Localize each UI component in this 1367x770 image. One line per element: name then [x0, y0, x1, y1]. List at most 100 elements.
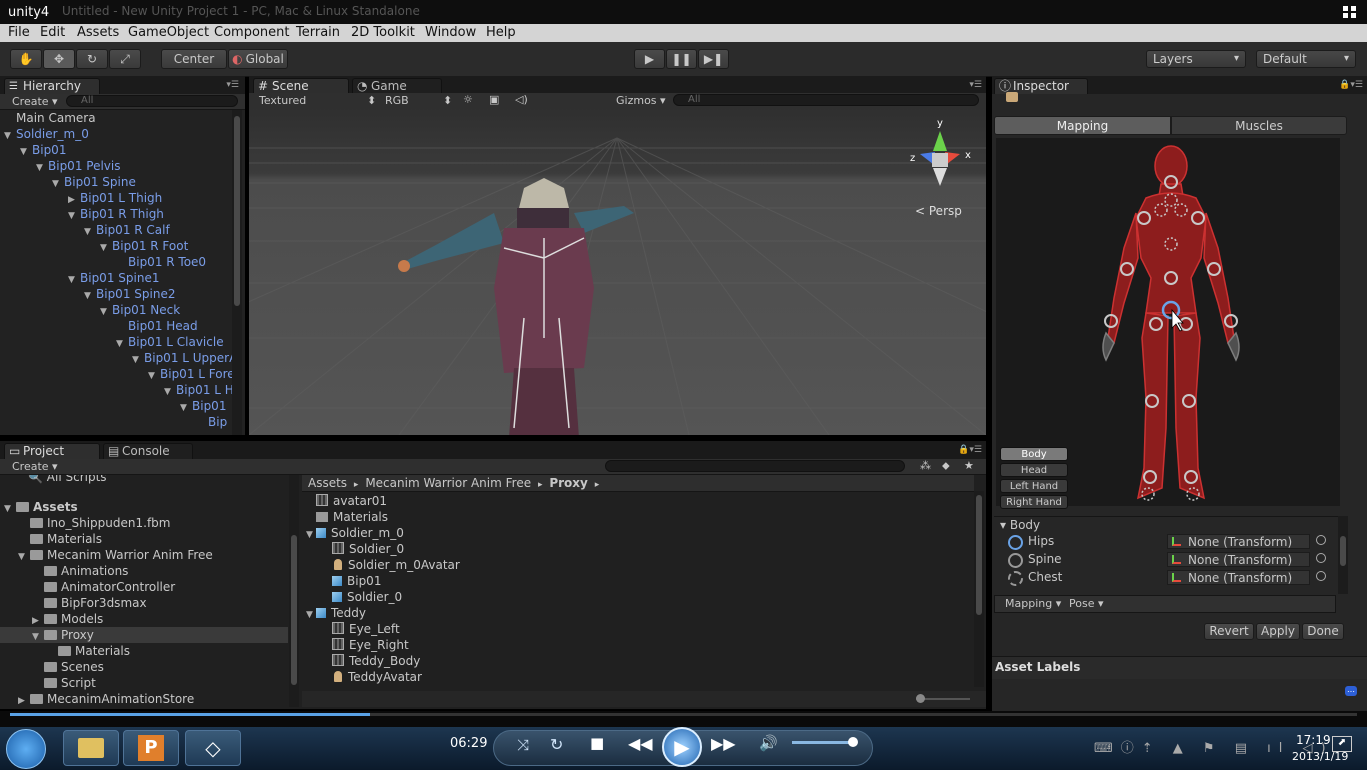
- start-button-icon[interactable]: [6, 729, 46, 769]
- menu-assets[interactable]: Assets: [77, 25, 119, 40]
- project-folder-item[interactable]: ▼ Assets: [0, 499, 288, 515]
- joint-list-thumb[interactable]: [1340, 536, 1346, 566]
- repeat-icon[interactable]: ↻: [550, 735, 563, 754]
- hierarchy-item[interactable]: ▼ Bip01 L Fore: [148, 366, 235, 382]
- project-folder-item[interactable]: Script: [0, 675, 288, 691]
- body-part-button[interactable]: Head: [1000, 463, 1068, 477]
- expand-toggle-icon[interactable]: ▼: [52, 176, 64, 192]
- expand-toggle-icon[interactable]: ▼: [68, 208, 80, 224]
- menu-edit[interactable]: Edit: [40, 25, 65, 40]
- hierarchy-item[interactable]: ▼ Bip01 R Foot: [100, 238, 188, 254]
- hierarchy-item[interactable]: ▼ Bip01 L UpperA: [132, 350, 237, 366]
- hierarchy-item[interactable]: ▼ Bip01 Spine: [52, 174, 136, 190]
- body-part-button[interactable]: Left Hand: [1000, 479, 1068, 493]
- project-folder-item[interactable]: Ino_Shippuden1.fbm: [0, 515, 288, 531]
- menu-file[interactable]: File: [8, 25, 30, 40]
- project-tree-scrollbar[interactable]: [289, 475, 299, 707]
- menu-gameobject[interactable]: GameObject: [128, 25, 209, 40]
- hierarchy-item[interactable]: ▼ Bip01 R Calf: [84, 222, 170, 238]
- stop-icon[interactable]: ■: [590, 734, 604, 752]
- asset-item[interactable]: TeddyAvatar: [322, 669, 422, 685]
- layers-dropdown[interactable]: Layers: [1146, 50, 1246, 68]
- expand-toggle-icon[interactable]: ▼: [84, 288, 96, 304]
- project-search-input[interactable]: [605, 460, 905, 472]
- scene-viewport[interactable]: y x z < Persp: [249, 108, 986, 435]
- audio-icon[interactable]: ◁): [515, 93, 528, 106]
- asset-item[interactable]: avatar01: [306, 493, 387, 509]
- object-picker-icon[interactable]: [1316, 553, 1326, 563]
- render-mode-dropdown[interactable]: RGB ⬍: [385, 94, 452, 107]
- panel-menu-icon[interactable]: ▾☰: [226, 80, 239, 90]
- shading-dropdown[interactable]: Textured ⬍: [259, 94, 376, 107]
- expand-toggle-icon[interactable]: ▼: [306, 527, 316, 543]
- previous-icon[interactable]: ◀◀: [628, 734, 653, 753]
- object-picker-icon[interactable]: [1316, 535, 1326, 545]
- scale-tool-icon[interactable]: ⤢: [109, 49, 141, 69]
- asset-item[interactable]: Bip01: [322, 573, 381, 589]
- filter-type-icon[interactable]: ⁂: [920, 459, 931, 472]
- volume-icon[interactable]: 🔊: [759, 734, 778, 752]
- icon-size-slider[interactable]: [916, 694, 970, 703]
- image-icon[interactable]: ▣: [489, 93, 499, 106]
- asset-item[interactable]: Soldier_0: [322, 589, 402, 605]
- pose-menu[interactable]: Pose ▾: [1069, 597, 1104, 610]
- expand-toggle-icon[interactable]: ▶: [18, 693, 30, 709]
- labels-more-icon[interactable]: …: [1345, 686, 1357, 696]
- hierarchy-item[interactable]: Main Camera: [4, 110, 96, 126]
- pause-button[interactable]: ❚❚: [666, 49, 697, 69]
- volume-thumb[interactable]: [848, 737, 858, 747]
- object-picker-icon[interactable]: [1316, 571, 1326, 581]
- hierarchy-create-button[interactable]: Create ▾: [12, 95, 58, 108]
- done-button[interactable]: Done: [1302, 623, 1344, 640]
- project-folder-item[interactable]: ▶ Models: [0, 611, 288, 627]
- tab-project[interactable]: ▭ Project: [4, 443, 100, 459]
- project-folder-item[interactable]: Materials: [0, 643, 288, 659]
- body-part-button[interactable]: Right Hand: [1000, 495, 1068, 509]
- step-button[interactable]: ▶❚: [698, 49, 729, 69]
- hierarchy-item[interactable]: ▼ Bip01: [20, 142, 66, 158]
- menu-component[interactable]: Component: [214, 25, 289, 40]
- expand-toggle-icon[interactable]: ▼: [164, 384, 176, 400]
- hierarchy-item[interactable]: Bip01 Head: [116, 318, 198, 334]
- asset-item[interactable]: ▼ Soldier_m_0: [306, 525, 404, 541]
- all-scripts-filter[interactable]: 🔍 All Scripts: [28, 475, 107, 485]
- expand-toggle-icon[interactable]: ▼: [20, 144, 32, 160]
- expand-toggle-icon[interactable]: ▼: [132, 352, 144, 368]
- gizmos-dropdown[interactable]: Gizmos ▾: [616, 94, 666, 107]
- explorer-taskbar-icon[interactable]: [63, 730, 119, 766]
- hierarchy-item[interactable]: ▼ Bip01 Pelvis: [36, 158, 120, 174]
- file-list-scrollbar[interactable]: [974, 491, 984, 687]
- shuffle-icon[interactable]: ⤨: [517, 736, 529, 754]
- breadcrumb-item[interactable]: Mecanim Warrior Anim Free: [365, 476, 531, 490]
- breadcrumb-item[interactable]: Assets: [308, 476, 347, 490]
- play-button[interactable]: ▶: [634, 49, 665, 69]
- inspector-menu-icon[interactable]: 🔒▾☰: [1339, 80, 1363, 90]
- orientation-gizmo[interactable]: y x z: [905, 116, 975, 196]
- project-folder-item[interactable]: Scenes: [0, 659, 288, 675]
- body-section-header[interactable]: ▾ Body: [1000, 518, 1040, 532]
- menu-window[interactable]: Window: [425, 25, 476, 40]
- joint-list-scrollbar[interactable]: [1338, 516, 1348, 594]
- project-folder-item[interactable]: ▶ MecanimAnimationStore: [0, 691, 288, 707]
- pivot-center-button[interactable]: Center: [161, 49, 227, 69]
- hand-tool-icon[interactable]: ✋: [10, 49, 42, 69]
- expand-toggle-icon[interactable]: ▼: [68, 272, 80, 288]
- asset-item[interactable]: ▼ Teddy: [306, 605, 366, 621]
- media-progress-bar[interactable]: [0, 711, 1367, 727]
- mapping-menu[interactable]: Mapping ▾: [1005, 597, 1061, 610]
- hierarchy-item[interactable]: ▼ Bip01 L Clavicle: [116, 334, 224, 350]
- asset-item[interactable]: Teddy_Body: [322, 653, 420, 669]
- asset-item[interactable]: Soldier_m_0Avatar: [322, 557, 460, 573]
- filter-label-icon[interactable]: ⬥: [942, 459, 950, 473]
- expand-toggle-icon[interactable]: ▼: [116, 336, 128, 352]
- projection-toggle[interactable]: < Persp: [915, 204, 962, 218]
- expand-toggle-icon[interactable]: ▼: [306, 607, 316, 623]
- hierarchy-item[interactable]: ▼ Bip01 Spine1: [68, 270, 159, 286]
- hierarchy-item[interactable]: ▼ Bip01 R Thigh: [68, 206, 164, 222]
- project-folder-item[interactable]: ▼ Proxy: [0, 627, 288, 643]
- menu-2d-toolkit[interactable]: 2D Toolkit: [351, 25, 415, 40]
- asset-item[interactable]: Eye_Right: [322, 637, 409, 653]
- hierarchy-item[interactable]: ▼ Bip01 L H: [164, 382, 234, 398]
- menu-terrain[interactable]: Terrain: [296, 25, 340, 40]
- hierarchy-scroll-thumb[interactable]: [234, 116, 240, 306]
